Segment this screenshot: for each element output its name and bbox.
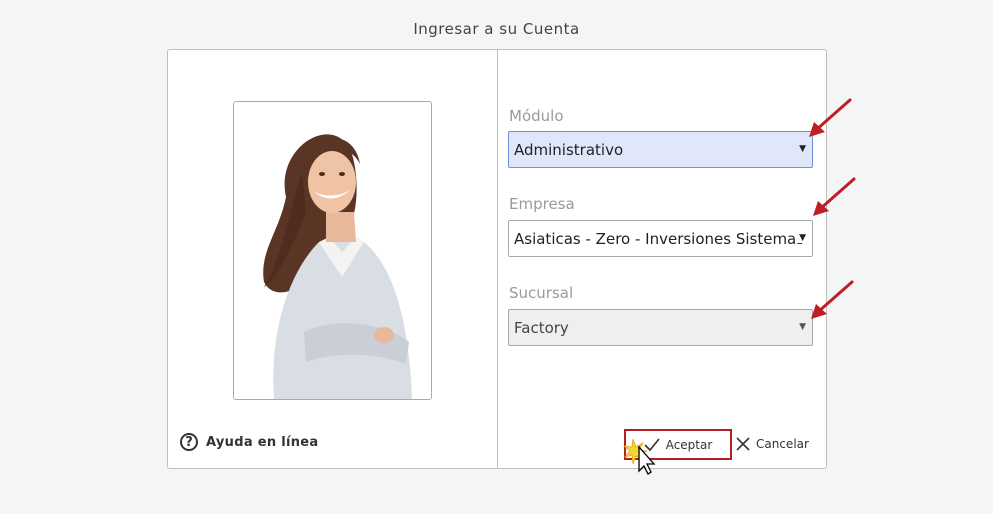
- help-circle-icon: ?: [180, 433, 198, 451]
- cancel-label: Cancelar: [756, 437, 809, 451]
- annotation-arrow-icon: [809, 98, 852, 137]
- empresa-select[interactable]: Asiaticas - Zero - Inversiones Sistemas …: [508, 220, 813, 257]
- user-photo-illustration: [234, 102, 431, 399]
- login-panel: ? Ayuda en línea Módulo Administrativo ▼…: [167, 49, 827, 475]
- user-photo: [233, 101, 432, 400]
- accept-label: Aceptar: [665, 437, 713, 452]
- page-title: Ingresar a su Cuenta: [413, 20, 580, 38]
- caret-down-icon: ▼: [797, 233, 806, 243]
- close-x-icon: [736, 437, 750, 451]
- accept-button[interactable]: Aceptar: [624, 429, 732, 460]
- modulo-label: Módulo: [509, 107, 564, 125]
- panel-divider: [497, 50, 498, 468]
- annotation-arrow-icon: [813, 177, 856, 216]
- annotation-arrow-icon: [811, 280, 854, 319]
- cancel-button[interactable]: Cancelar: [735, 432, 809, 456]
- caret-down-icon: ▼: [799, 144, 806, 154]
- modulo-select-value: Administrativo: [514, 140, 624, 159]
- modulo-select[interactable]: Administrativo ▼: [508, 131, 813, 168]
- help-online-link[interactable]: ? Ayuda en línea: [180, 433, 319, 451]
- caret-down-icon: ▼: [799, 322, 806, 332]
- help-online-label: Ayuda en línea: [206, 434, 319, 450]
- empresa-label: Empresa: [509, 195, 575, 213]
- sucursal-select-value: Factory: [514, 318, 569, 337]
- checkmark-icon: [644, 437, 660, 451]
- sucursal-select[interactable]: Factory ▼: [508, 309, 813, 346]
- sucursal-label: Sucursal: [509, 284, 574, 302]
- empresa-select-value: Asiaticas - Zero - Inversiones Sistemas: [514, 229, 805, 248]
